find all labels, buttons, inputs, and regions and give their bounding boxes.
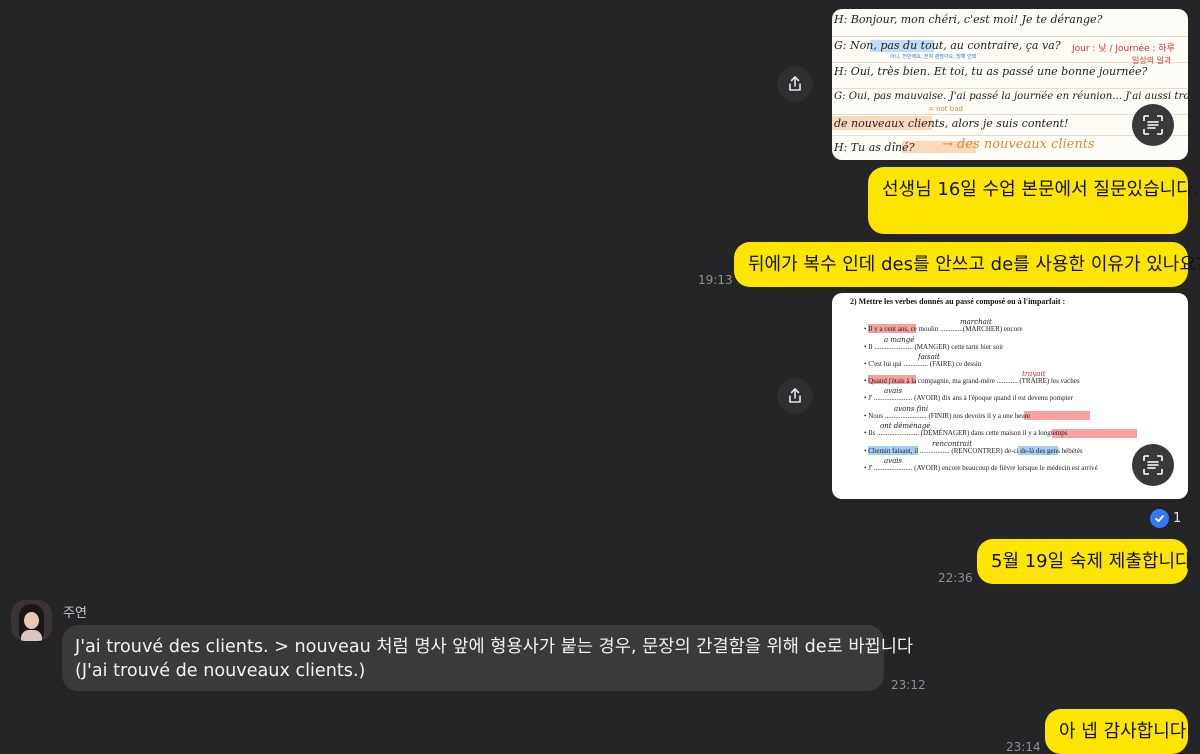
message-text: J'ai trouvé des clients. > nouveau 처럼 명사…	[75, 637, 914, 657]
note-line: G: Non, pas du tout, au contraire, ça va…	[834, 39, 1061, 52]
message-time: 19:13	[698, 273, 733, 287]
share-button[interactable]	[777, 66, 813, 102]
image-message-worksheet[interactable]: 2) Mettre les verbes donnés au passé com…	[832, 293, 1188, 499]
handwritten-answer: avais	[884, 457, 903, 465]
read-count: 1	[1173, 511, 1182, 526]
highlight	[1024, 411, 1090, 420]
message-bubble[interactable]: J'ai trouvé des clients. > nouveau 처럼 명사…	[62, 625, 914, 691]
text-scan-button[interactable]	[1132, 444, 1174, 486]
message-bubble[interactable]: 뒤에가 복수 인데 des를 안쓰고 de를 사용한 이유가 있나요?	[734, 242, 1200, 287]
note-annotation: → des nouveaux clients	[942, 137, 1095, 152]
handwritten-answer: avons fini	[894, 405, 929, 413]
exercise-row: • Quand j'étais à la compagnie, ma grand…	[864, 377, 1080, 385]
handwritten-answer: avais	[884, 387, 903, 395]
exercise-row: • Nous ........................ (FINIR) …	[864, 412, 1031, 420]
message-text: 아 넵 감사합니다	[1059, 721, 1187, 742]
handwritten-answer: marchait	[960, 318, 992, 326]
handwritten-answer: faisait	[918, 353, 940, 361]
message-bubble[interactable]: 아 넵 감사합니다	[1045, 709, 1188, 754]
read-check-icon	[1150, 509, 1169, 528]
message-text: 뒤에가 복수 인데 des를 안쓰고 de를 사용한 이유가 있나요?	[748, 254, 1200, 275]
avatar[interactable]	[11, 600, 52, 641]
note-annotation: = not bad	[928, 105, 963, 113]
note-line: H: Bonjour, mon chéri, c'est moi! Je te …	[834, 13, 1103, 26]
message-bubble[interactable]: 선생님 16일 수업 본문에서 질문있습니다.	[868, 167, 1198, 234]
message-text: (J'ai trouvé de nouveaux clients.)	[75, 661, 366, 681]
exercise-row: • Ils ........................ (DÉMÉNAGE…	[864, 429, 1068, 437]
note-line: H: Tu as dîné?	[834, 141, 915, 154]
share-icon	[789, 76, 801, 91]
handwritten-answer: a mangé	[884, 336, 915, 344]
scan-text-icon	[1143, 115, 1163, 135]
message-time: 23:14	[1006, 740, 1041, 754]
message-bubble[interactable]: 5월 19일 숙제 제출합니다	[977, 539, 1192, 584]
note-annotation: Jour : 낮 / Journée : 하루	[1072, 44, 1175, 54]
sender-name: 주연	[63, 606, 87, 621]
worksheet-title: 2) Mettre les verbes donnés au passé com…	[850, 297, 1066, 306]
note-annotation: 아니, 천만에요, 전혀 괜찮아요, 방해 안돼	[890, 54, 977, 60]
handwritten-answer: rencontrait	[932, 440, 973, 448]
exercise-row: • J' ...................... (AVOIR) dix …	[864, 394, 1073, 402]
exercise-row: • J' ...................... (AVOIR) enco…	[864, 464, 1098, 472]
note-line: de nouveaux clients, alors je suis conte…	[834, 117, 1069, 130]
scan-text-icon	[1143, 455, 1163, 475]
image-message-notes[interactable]: H: Bonjour, mon chéri, c'est moi! Je te …	[832, 9, 1188, 160]
exercise-row: • Il ...................... (MANGER) cet…	[864, 343, 1004, 351]
exercise-row: • Il y a cent ans, ce moulin ...........…	[864, 325, 1023, 333]
handwritten-answer: ont déménagé	[880, 422, 931, 430]
share-icon	[789, 388, 801, 403]
message-text: 5월 19일 숙제 제출합니다	[991, 551, 1192, 572]
message-time: 23:12	[891, 678, 926, 692]
text-scan-button[interactable]	[1132, 104, 1174, 146]
note-line: G: Oui, pas mauvaise. J'ai passé la jour…	[834, 91, 1188, 102]
handwritten-answer: trayait	[1022, 370, 1046, 378]
note-annotation: 일상의 일과	[1132, 56, 1172, 65]
exercise-row: • C'est lui qui .............. (FAIRE) c…	[864, 360, 982, 368]
message-time: 22:36	[938, 571, 973, 585]
exercise-row: • Chemin faisant, il ................. (…	[864, 447, 1083, 455]
note-line: H: Oui, très bien. Et toi, tu as passé u…	[834, 65, 1148, 78]
share-button[interactable]	[777, 378, 813, 414]
message-text: 선생님 16일 수업 본문에서 질문있습니다.	[882, 179, 1199, 200]
